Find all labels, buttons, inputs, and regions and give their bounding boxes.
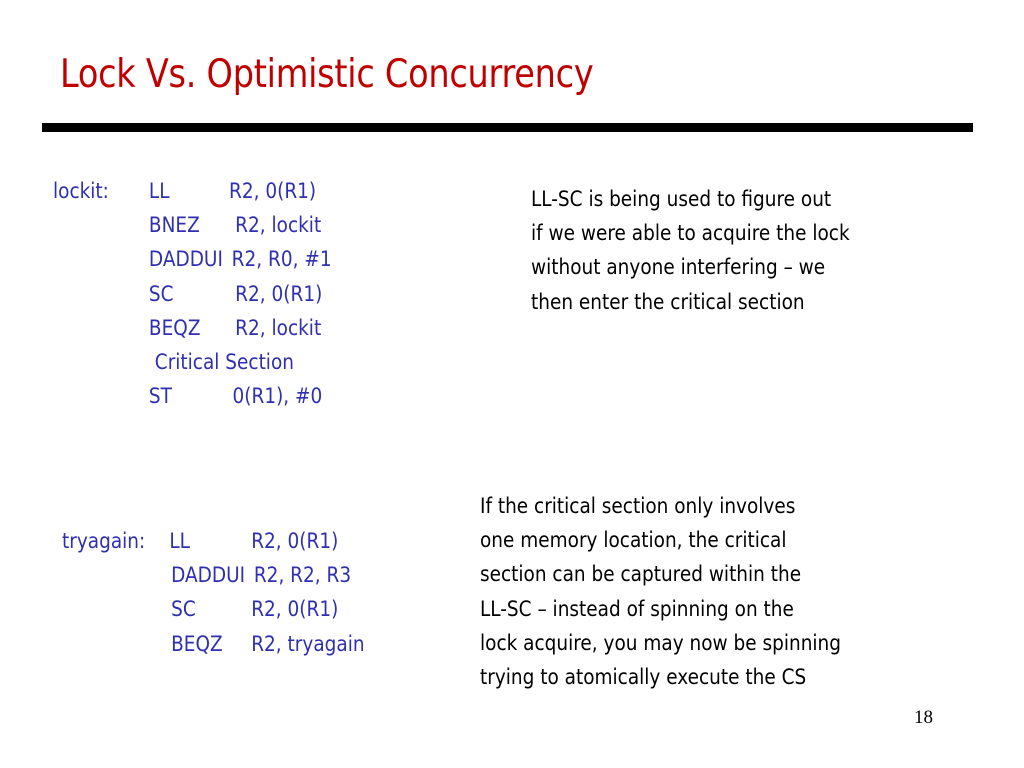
note-line: one memory location, the critical (480, 528, 787, 553)
code-args: 0(R1), #0 (232, 384, 323, 409)
critical-section-label: Critical Section (148, 349, 294, 374)
code-label: lockit: (53, 179, 109, 203)
code-opcode: DADDUI (148, 247, 223, 272)
page-number: 18 (914, 707, 933, 728)
slide-title: Lock Vs. Optimistic Concurrency (60, 52, 594, 97)
note-line: trying to atomically execute the CS (480, 664, 807, 689)
code-opcode: ST (148, 384, 172, 409)
optimistic-explanation: If the critical section only involves on… (480, 494, 841, 699)
code-label: tryagain: (62, 529, 146, 553)
code-args: R2, 0(R1) (251, 529, 339, 553)
note-line: without anyone interfering – we (531, 255, 826, 280)
code-args: R2, 0(R1) (235, 281, 323, 306)
code-opcode: DADDUI (171, 563, 246, 588)
code-args: R2, 0(R1) (251, 597, 339, 622)
note-line: then enter the critical section (531, 289, 805, 314)
code-args: R2, lockit (235, 315, 322, 340)
code-args: R2, R2, R3 (253, 563, 352, 588)
code-opcode: BEQZ (171, 631, 223, 656)
title-divider (42, 123, 973, 132)
code-args: R2, 0(R1) (229, 179, 317, 203)
code-opcode: SC (148, 281, 174, 306)
code-opcode: LL (169, 529, 190, 553)
code-args: R2, lockit (235, 213, 322, 238)
note-line: LL-SC is being used to figure out (531, 187, 832, 211)
code-opcode: LL (148, 179, 170, 203)
note-line: if we were able to acquire the lock (531, 221, 850, 246)
code-args: R2, tryagain (251, 631, 365, 656)
code-opcode: BNEZ (148, 213, 200, 238)
ll-sc-explanation: LL-SC is being used to figure out if we … (531, 187, 850, 324)
note-line: LL-SC – instead of spinning on the (480, 596, 794, 621)
code-opcode: BEQZ (148, 315, 201, 340)
note-line: lock acquire, you may now be spinning (480, 630, 841, 655)
code-opcode: SC (171, 597, 196, 622)
note-line: If the critical section only involves (480, 494, 796, 518)
code-args: R2, R0, #1 (231, 247, 332, 272)
note-line: section can be captured within the (480, 562, 802, 587)
